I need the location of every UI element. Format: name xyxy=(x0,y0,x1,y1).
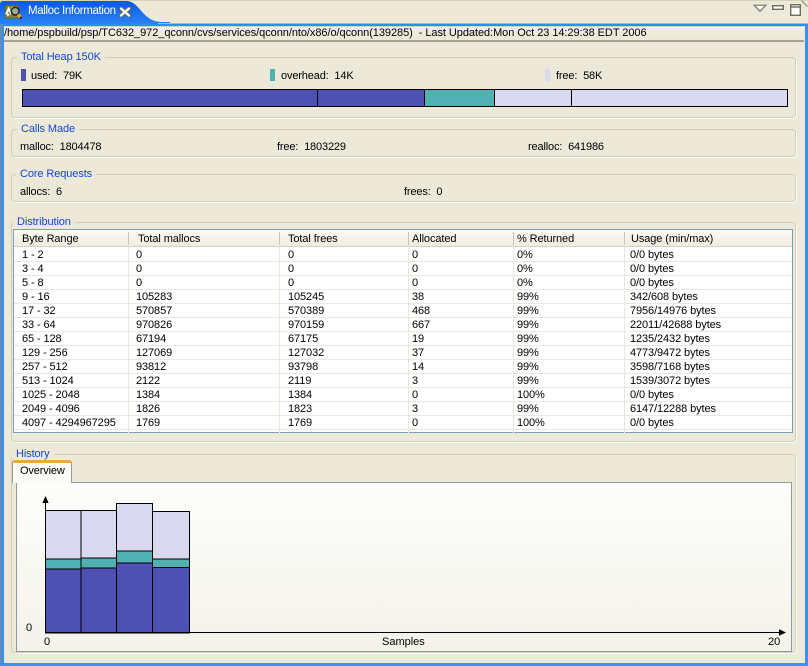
svg-text:0: 0 xyxy=(44,636,50,648)
svg-text:Samples: Samples xyxy=(382,636,425,648)
svg-text:20: 20 xyxy=(768,636,780,648)
svg-text:0: 0 xyxy=(26,622,32,634)
